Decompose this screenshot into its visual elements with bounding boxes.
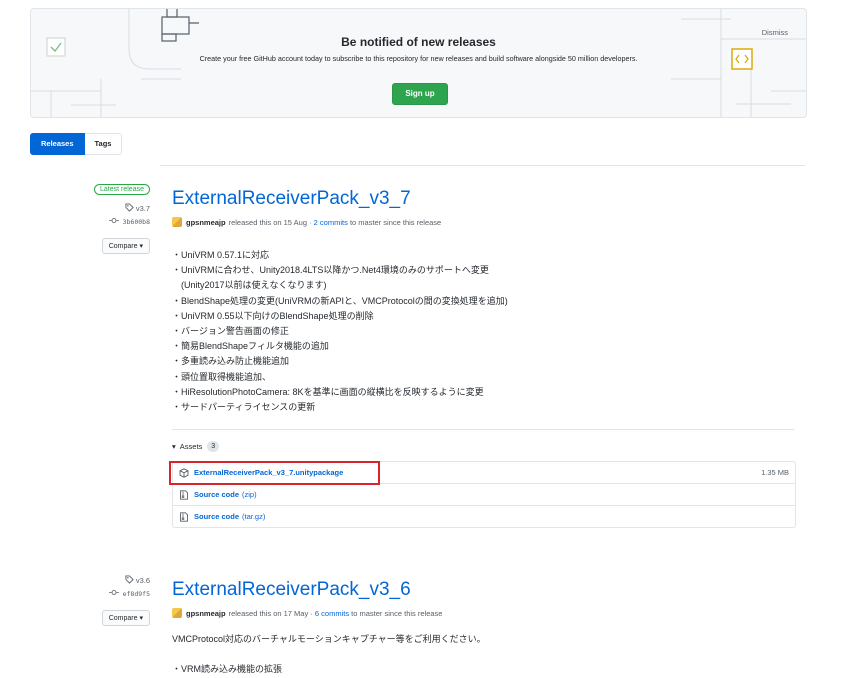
assets-label: Assets (179, 442, 203, 451)
release-meta: Latest release v3.7 3b600b8 Compare ▾ (94, 184, 150, 254)
assets-toggle[interactable]: ▾ Assets 3 (172, 441, 220, 452)
release-tabs: Releases Tags (30, 133, 123, 155)
tab-tags[interactable]: Tags (84, 133, 123, 155)
asset-ext: (zip) (242, 490, 257, 499)
release-notes: ・UniVRM 0.57.1に対応 ・UniVRMに合わせ、Unity2018.… (172, 248, 508, 415)
note-line: ・HiResolutionPhotoCamera: 8Kを基準に画面の縦横比を反… (172, 386, 484, 397)
commits-link[interactable]: 6 commits (315, 609, 349, 618)
tab-releases[interactable]: Releases (30, 133, 85, 155)
release-entry: ExternalReceiverPack_v3_6 gpsnmeajp rele… (172, 579, 486, 677)
banner-text: Create your free GitHub account today to… (199, 54, 638, 63)
commit-icon (108, 590, 119, 595)
commit-link[interactable]: 3b600b8 (94, 217, 150, 226)
note-line: ・BlendShape処理の変更(UniVRMの新APIと、VMCProtoco… (172, 295, 508, 306)
compare-button[interactable]: Compare ▾ (101, 238, 150, 254)
highlight-box (169, 461, 380, 485)
divider (160, 165, 805, 166)
byline-suffix: to master since this release (349, 217, 442, 227)
note-line: ・簡易BlendShapeフィルタ機能の追加 (172, 341, 329, 352)
file-zip-icon (180, 511, 188, 522)
divider (172, 429, 794, 430)
note-line: ・UniVRM 0.55以下向けのBlendShape処理の削除 (172, 310, 374, 321)
banner-title: Be notified of new releases (341, 35, 496, 49)
note-line: (Unity2017以前は使えなくなります) (172, 280, 327, 291)
release-notes: VMCProtocol対応のバーチャルモーションキャプチャー等をご利用ください。… (172, 632, 486, 677)
file-zip-icon (180, 489, 188, 500)
note-line: VMCProtocol対応のバーチャルモーションキャプチャー等をご利用ください。 (172, 634, 486, 644)
asset-size: 1.35 MB (761, 468, 789, 477)
tag-link[interactable]: v3.6 (102, 575, 150, 585)
note-line (172, 647, 486, 662)
tag-icon (125, 575, 134, 584)
release-meta: v3.6 ef8d9f5 Compare ▾ (101, 575, 150, 626)
assets-count-badge: 3 (207, 441, 220, 452)
tag-icon (125, 203, 134, 212)
note-line: ・VRM読み込み機能の拡張 (172, 664, 283, 675)
commit-sha: ef8d9f5 (122, 590, 150, 598)
commit-link[interactable]: ef8d9f5 (102, 589, 150, 598)
release-byline: gpsnmeajp released this on 15 Aug · 2 co… (172, 217, 508, 227)
commits-link[interactable]: 2 commits (314, 218, 348, 227)
asset-row[interactable]: Source code (tar.gz) (173, 506, 795, 527)
byline-text: released this on 17 May · (228, 608, 313, 618)
caret-down-icon: ▾ (139, 243, 143, 250)
note-line: ・UniVRM 0.57.1に対応 (172, 250, 270, 260)
byline-suffix: to master since this release (351, 608, 443, 618)
caret-down-icon: ▾ (139, 615, 143, 622)
release-entry: ExternalReceiverPack_v3_7 gpsnmeajp rele… (172, 188, 508, 415)
release-title-link[interactable]: ExternalReceiverPack_v3_7 (172, 188, 508, 210)
note-line: ・多重読み込み防止機能追加 (172, 356, 290, 367)
compare-button[interactable]: Compare ▾ (101, 610, 150, 626)
commit-sha: 3b600b8 (122, 218, 150, 226)
compare-label: Compare (108, 243, 138, 250)
release-byline: gpsnmeajp released this on 17 May · 6 co… (172, 608, 486, 618)
release-title-link[interactable]: ExternalReceiverPack_v3_6 (172, 579, 486, 601)
commit-icon (108, 218, 119, 223)
note-line: ・頭位置取得機能追加、 (172, 371, 272, 382)
note-line: ・UniVRMに合わせ、Unity2018.4LTS以降かつ.Net4環境のみの… (172, 265, 489, 276)
note-line: ・サードパーティライセンスの更新 (172, 402, 316, 413)
latest-release-badge: Latest release (94, 184, 150, 195)
compare-label: Compare (108, 615, 138, 622)
asset-link[interactable]: Source code (194, 484, 239, 505)
tag-label: v3.6 (135, 576, 150, 585)
tag-label: v3.7 (135, 204, 150, 213)
byline-text: released this on 15 Aug · (228, 217, 312, 227)
asset-ext: (tar.gz) (242, 512, 266, 521)
avatar[interactable] (172, 608, 182, 618)
asset-link[interactable]: Source code (194, 506, 239, 527)
dismiss-button[interactable]: Dismiss (762, 28, 788, 37)
avatar[interactable] (172, 217, 182, 227)
caret-down-icon: ▾ (172, 442, 176, 451)
author-link[interactable]: gpsnmeajp (186, 609, 226, 618)
author-link[interactable]: gpsnmeajp (186, 218, 226, 227)
note-line: ・バージョン警告画面の修正 (172, 326, 289, 337)
tag-link[interactable]: v3.7 (94, 203, 150, 213)
asset-row[interactable]: Source code (zip) (173, 484, 795, 506)
signup-button[interactable]: Sign up (392, 83, 448, 105)
signup-banner: Be notified of new releases Create your … (30, 8, 807, 118)
